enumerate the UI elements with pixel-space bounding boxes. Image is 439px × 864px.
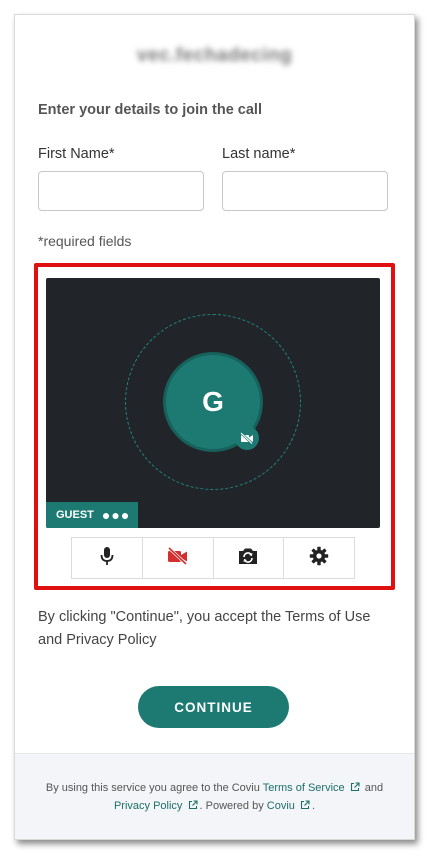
terms-notice: By clicking "Continue", you accept the T…: [38, 609, 371, 648]
footer-prefix: By using this service you agree to the C…: [45, 782, 260, 794]
external-link-icon: [188, 799, 198, 816]
camera-toggle-button[interactable]: [142, 538, 214, 578]
required-fields-note: *required fields: [38, 233, 132, 249]
camera-off-badge-icon: [235, 426, 259, 450]
switch-camera-icon: [237, 547, 259, 570]
footer-end: .: [311, 800, 316, 812]
coviu-link[interactable]: Coviu: [267, 800, 295, 812]
external-link-icon: [350, 781, 360, 798]
avatar-initial: G: [202, 386, 224, 417]
privacy-policy-link[interactable]: Privacy Policy: [114, 800, 182, 812]
camera-off-icon: [167, 546, 189, 570]
settings-button[interactable]: [284, 538, 354, 578]
guest-name-tag[interactable]: GUEST ●●●: [46, 502, 138, 528]
terms-of-service-link[interactable]: Terms of Service: [263, 782, 345, 794]
last-name-input[interactable]: [222, 171, 388, 211]
footer-powered-by: . Powered by: [199, 800, 264, 812]
form-heading: Enter your details to join the call: [38, 102, 262, 118]
first-name-label: First Name*: [38, 146, 115, 162]
settings-gear-icon: [309, 546, 329, 571]
microphone-icon: [100, 546, 114, 571]
first-name-input[interactable]: [38, 171, 204, 211]
footer-text: By using this service you agree to the C…: [35, 780, 394, 816]
media-controls: [71, 537, 355, 579]
video-preview: G GUEST ●●●: [46, 278, 380, 528]
continue-button[interactable]: CONTINUE: [138, 686, 289, 728]
switch-camera-button[interactable]: [213, 538, 285, 578]
brand-logo: vec.fechadecing: [136, 45, 293, 66]
join-call-card: vec.fechadecing Enter your details to jo…: [14, 14, 415, 840]
last-name-label: Last name*: [222, 146, 296, 162]
guest-label: GUEST: [56, 509, 94, 521]
footer-and: and: [364, 782, 384, 794]
footer: By using this service you agree to the C…: [15, 753, 414, 839]
external-link-icon: [300, 799, 310, 816]
microphone-button[interactable]: [72, 538, 143, 578]
more-options-icon[interactable]: ●●●: [102, 507, 130, 523]
